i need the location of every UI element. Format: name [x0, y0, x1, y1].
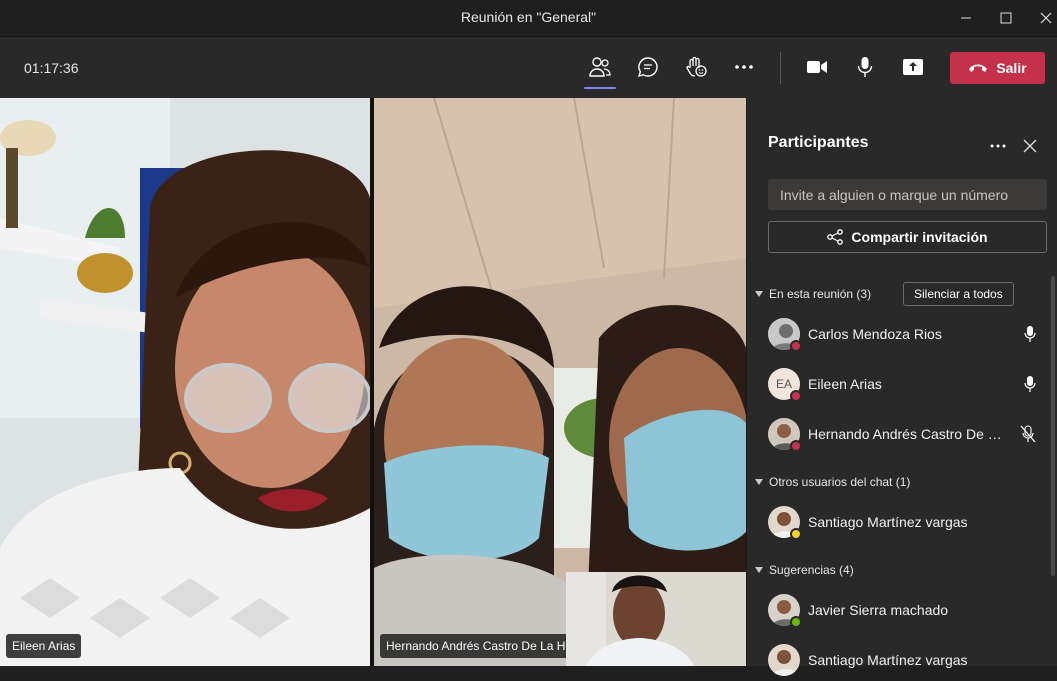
avatar: EA [768, 368, 802, 402]
share-invitation-label: Compartir invitación [851, 229, 988, 245]
busy-status-icon [790, 340, 802, 352]
minimize-icon [961, 17, 971, 19]
section-label: Sugerencias (4) [769, 563, 854, 577]
minimize-button[interactable] [952, 4, 980, 32]
participant-row[interactable]: Santiago Martínez vargas [768, 502, 1048, 542]
chevron-down-icon [755, 567, 763, 573]
self-video [566, 572, 746, 666]
close-icon [1023, 139, 1037, 153]
chat-button[interactable] [632, 51, 664, 83]
panel-close-button[interactable] [1023, 139, 1037, 158]
video-tile-1[interactable]: Eileen Arias [0, 98, 370, 666]
more-actions-button[interactable] [728, 51, 760, 83]
available-status-icon [790, 616, 802, 628]
camera-button[interactable] [801, 51, 833, 83]
mute-all-button[interactable]: Silenciar a todos [903, 282, 1014, 306]
participant-row[interactable]: EA Eileen Arias [768, 364, 1048, 404]
participant-name: Javier Sierra machado [808, 602, 949, 618]
leave-label: Salir [996, 60, 1027, 76]
avatar [768, 506, 802, 540]
more-icon [990, 144, 1006, 148]
close-window-button[interactable] [1032, 4, 1057, 32]
chevron-down-icon [755, 479, 763, 485]
avatar [768, 418, 802, 452]
people-icon [589, 57, 611, 77]
participant-row[interactable]: Santiago Martínez vargas [768, 640, 1048, 680]
participant-name: Hernando Andrés Castro De L... [808, 426, 1006, 442]
title-bar: Reunión en "General" [0, 0, 1057, 36]
chevron-down-icon [755, 291, 763, 297]
video-camera-icon [807, 61, 827, 73]
mic-icon [857, 57, 873, 77]
maximize-icon [1000, 12, 1012, 24]
share-icon [827, 229, 844, 245]
section-other-chat-users[interactable]: Otros usuarios del chat (1) [755, 475, 910, 489]
share-screen-button[interactable] [897, 51, 929, 83]
close-icon [1040, 12, 1052, 24]
away-status-icon [790, 528, 802, 540]
microphone-button[interactable] [849, 51, 881, 83]
reactions-button[interactable] [680, 51, 712, 83]
avatar-initials: EA [775, 377, 792, 391]
leave-button[interactable]: Salir [950, 52, 1045, 84]
mic-icon [1024, 326, 1036, 342]
participant-row[interactable]: Hernando Andrés Castro De L... [768, 414, 1048, 454]
section-label: Otros usuarios del chat (1) [769, 475, 911, 489]
section-label: En esta reunión (3) [769, 287, 872, 301]
participant-row[interactable]: Javier Sierra machado [768, 590, 1048, 630]
mic-off-icon [1020, 425, 1036, 443]
window-title: Reunión en "General" [460, 9, 597, 25]
maximize-button[interactable] [992, 4, 1020, 32]
video-stage: Eileen Arias Hernando Andrés Castro De L… [0, 98, 746, 666]
busy-status-icon [790, 390, 802, 402]
panel-more-button[interactable] [990, 136, 1006, 157]
participant-name-tag: Eileen Arias [6, 634, 82, 658]
more-icon [735, 65, 753, 69]
self-preview[interactable] [566, 572, 746, 666]
avatar [768, 594, 802, 628]
participant-name-tag: Hernando Andrés Castro De La Ho [380, 634, 579, 658]
raise-hand-icon [686, 56, 707, 77]
hang-up-icon [969, 64, 988, 72]
invite-input[interactable]: Invite a alguien o marque un número [768, 179, 1047, 210]
participant-name: Santiago Martínez vargas [808, 514, 968, 530]
participant-name: Eileen Arias [808, 376, 882, 392]
participant-name: Carlos Mendoza Rios [808, 326, 942, 342]
participant-video [0, 98, 370, 666]
toolbar-divider [780, 52, 781, 84]
call-timer: 01:17:36 [24, 60, 79, 76]
share-tray-icon [903, 59, 923, 75]
section-in-meeting[interactable]: En esta reunión (3) [755, 287, 871, 301]
avatar [768, 318, 802, 352]
share-invitation-button[interactable]: Compartir invitación [768, 221, 1047, 253]
participants-panel: Participantes Invite a alguien o marque … [746, 98, 1057, 676]
meeting-toolbar: 01:17:36 Salir [0, 36, 1057, 98]
panel-scrollbar[interactable] [1051, 276, 1055, 576]
mic-icon [1024, 376, 1036, 392]
panel-title: Participantes [768, 134, 869, 151]
section-suggestions[interactable]: Sugerencias (4) [755, 563, 854, 577]
participant-row[interactable]: Carlos Mendoza Rios [768, 314, 1048, 354]
chat-icon [637, 57, 658, 78]
participants-button[interactable] [584, 51, 616, 89]
busy-status-icon [790, 440, 802, 452]
avatar [768, 644, 800, 676]
